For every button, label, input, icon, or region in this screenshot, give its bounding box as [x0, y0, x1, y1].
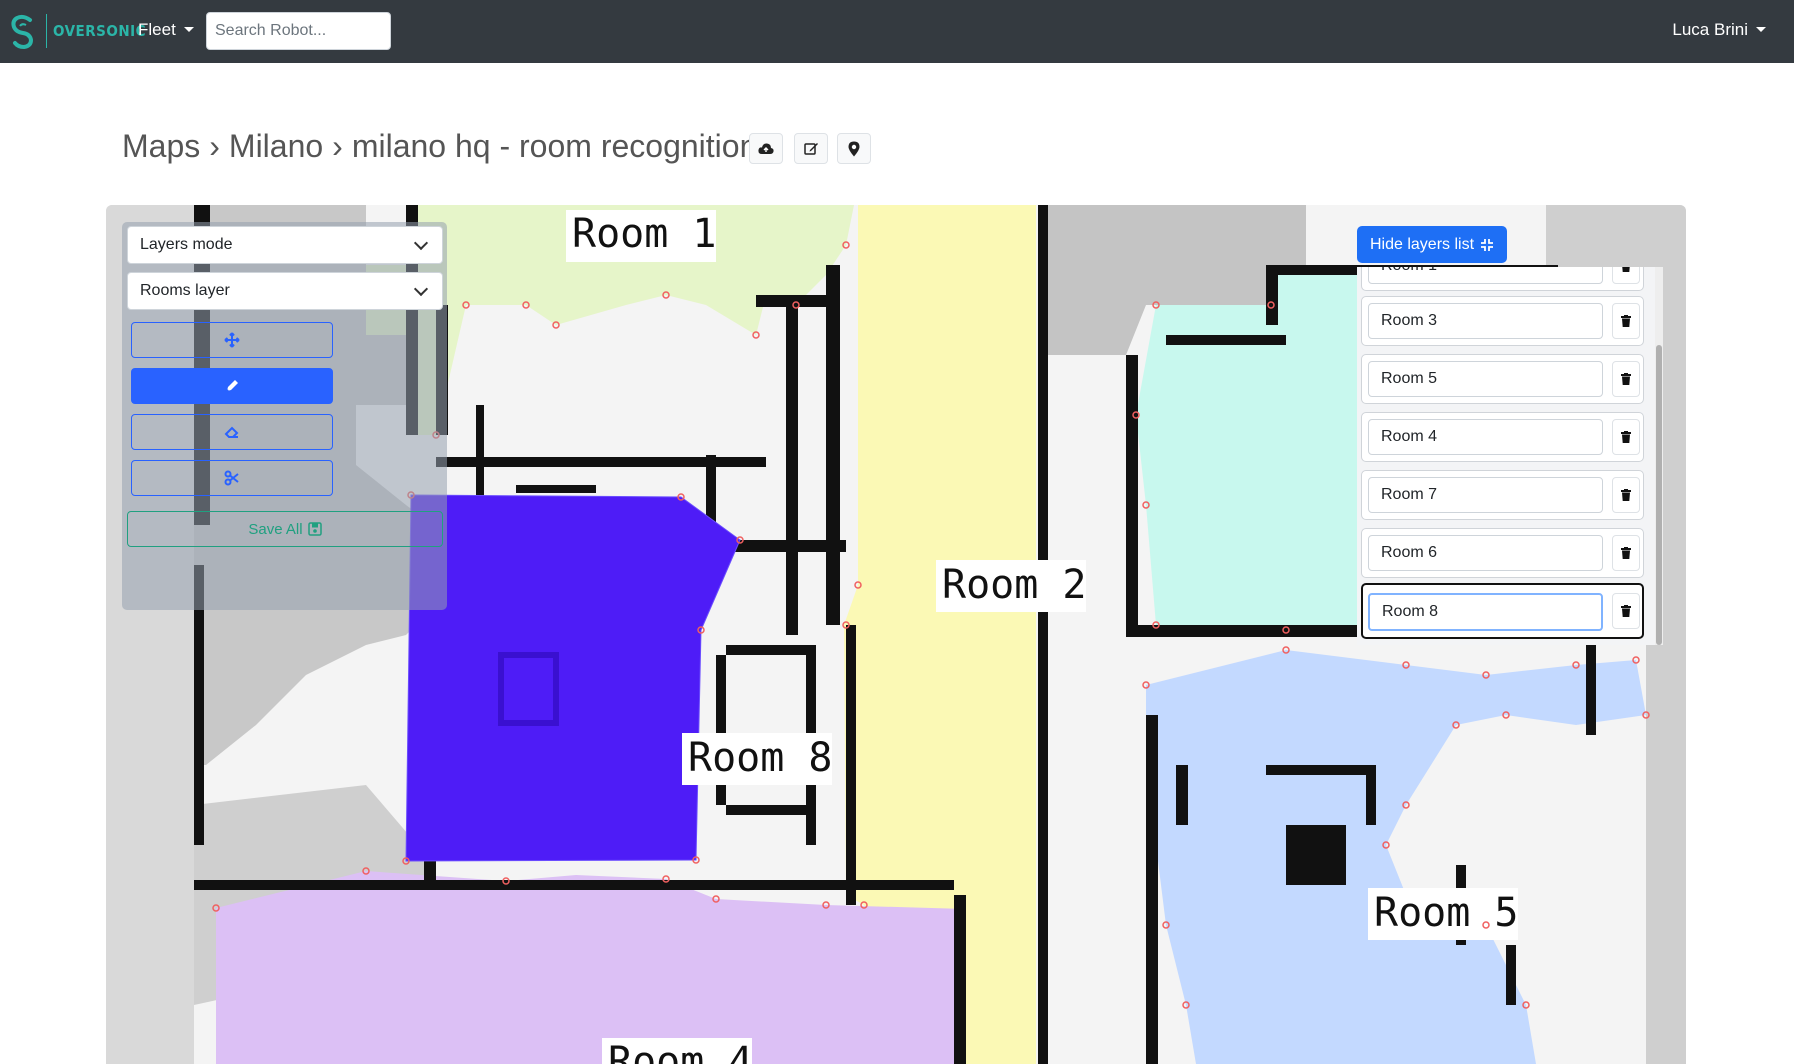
layer-item[interactable]	[1361, 354, 1644, 404]
layer-name-input[interactable]	[1368, 477, 1603, 513]
move-tool-button[interactable]	[131, 322, 333, 358]
brand-name: OVERSONIC	[53, 22, 147, 40]
delete-layer-button[interactable]	[1612, 267, 1640, 284]
user-name: Luca Brini	[1672, 20, 1748, 39]
layer-name-input[interactable]	[1368, 267, 1603, 284]
breadcrumb-city[interactable]: Milano	[229, 128, 323, 165]
hide-layers-list-button[interactable]: Hide layers list	[1357, 226, 1507, 263]
map-pin-icon	[848, 141, 860, 156]
oversonic-logo-icon	[11, 14, 34, 50]
layer-name-input[interactable]	[1368, 303, 1603, 339]
page-title: milano hq - room recognition	[351, 128, 758, 164]
breadcrumb: Maps › Milano › milano hq - room recogni…	[122, 128, 757, 165]
edit-map-button[interactable]	[794, 133, 828, 164]
chevron-down-icon	[1756, 27, 1766, 32]
layer-name-input[interactable]	[1368, 593, 1603, 631]
fleet-dropdown[interactable]: Fleet	[138, 20, 194, 40]
trash-icon	[1621, 489, 1631, 501]
breadcrumb-separator: ›	[209, 128, 220, 164]
trash-icon	[1621, 605, 1631, 617]
chevron-down-icon	[413, 281, 429, 297]
edit-icon	[803, 143, 818, 155]
brand-logo[interactable]: OVERSONIC	[8, 12, 146, 50]
room-label-8: Room 8	[688, 735, 833, 781]
delete-layer-button[interactable]	[1612, 361, 1640, 397]
delete-layer-button[interactable]	[1612, 477, 1640, 513]
collapse-icon	[1481, 238, 1494, 251]
brand-divider	[46, 14, 47, 48]
room-label-4: Room 4	[608, 1039, 753, 1064]
save-all-label: Save All	[248, 520, 303, 538]
layer-select-value: Rooms layer	[140, 282, 230, 299]
scissors-icon	[224, 470, 239, 486]
delete-layer-button[interactable]	[1612, 303, 1640, 339]
trash-icon	[1621, 547, 1631, 559]
room-label-5: Room 5	[1374, 890, 1519, 936]
layer-name-input[interactable]	[1368, 535, 1603, 571]
eraser-tool-button[interactable]	[131, 414, 333, 450]
save-icon	[307, 522, 322, 536]
layer-select[interactable]: Rooms layer	[127, 272, 443, 310]
move-icon	[224, 332, 240, 348]
top-navbar: OVERSONIC Fleet Luca Brini	[0, 0, 1794, 63]
layer-name-input[interactable]	[1368, 419, 1603, 455]
cloud-upload-icon	[758, 142, 774, 154]
draw-tool-button[interactable]	[131, 368, 333, 404]
save-all-button[interactable]: Save All	[127, 511, 443, 547]
trash-icon	[1621, 431, 1631, 443]
layer-item[interactable]	[1361, 528, 1644, 578]
layers-list	[1357, 267, 1663, 645]
cloud-upload-button[interactable]	[749, 133, 783, 164]
layer-item[interactable]	[1361, 470, 1644, 520]
trash-icon	[1621, 315, 1631, 327]
hide-layers-label: Hide layers list	[1369, 235, 1475, 253]
room-label-1: Room 1	[572, 211, 717, 257]
room-8-polygon[interactable]	[405, 494, 741, 862]
breadcrumb-separator: ›	[332, 128, 343, 164]
cut-tool-button[interactable]	[131, 460, 333, 496]
room-label-2: Room 2	[942, 562, 1087, 608]
layer-item[interactable]	[1361, 296, 1644, 346]
draw-polygon-icon	[225, 380, 238, 393]
layers-scroll-thumb[interactable]	[1656, 345, 1662, 645]
breadcrumb-maps[interactable]: Maps	[122, 128, 200, 165]
delete-layer-button[interactable]	[1612, 419, 1640, 455]
mode-select[interactable]: Layers mode	[127, 226, 443, 264]
delete-layer-button[interactable]	[1612, 535, 1640, 571]
set-location-button[interactable]	[837, 133, 871, 164]
eraser-icon	[224, 426, 239, 438]
trash-icon	[1622, 267, 1630, 272]
delete-layer-button[interactable]	[1612, 593, 1640, 629]
layer-item[interactable]	[1361, 267, 1644, 291]
trash-icon	[1621, 373, 1631, 385]
chevron-down-icon	[413, 235, 429, 251]
mode-select-value: Layers mode	[140, 236, 233, 253]
layer-name-input[interactable]	[1368, 361, 1603, 397]
chevron-down-icon	[183, 27, 194, 32]
layer-item[interactable]	[1361, 412, 1644, 462]
user-menu[interactable]: Luca Brini	[1672, 20, 1766, 40]
layer-item-selected[interactable]	[1361, 583, 1644, 639]
fleet-label: Fleet	[138, 20, 176, 39]
search-robot-input[interactable]	[206, 12, 391, 50]
